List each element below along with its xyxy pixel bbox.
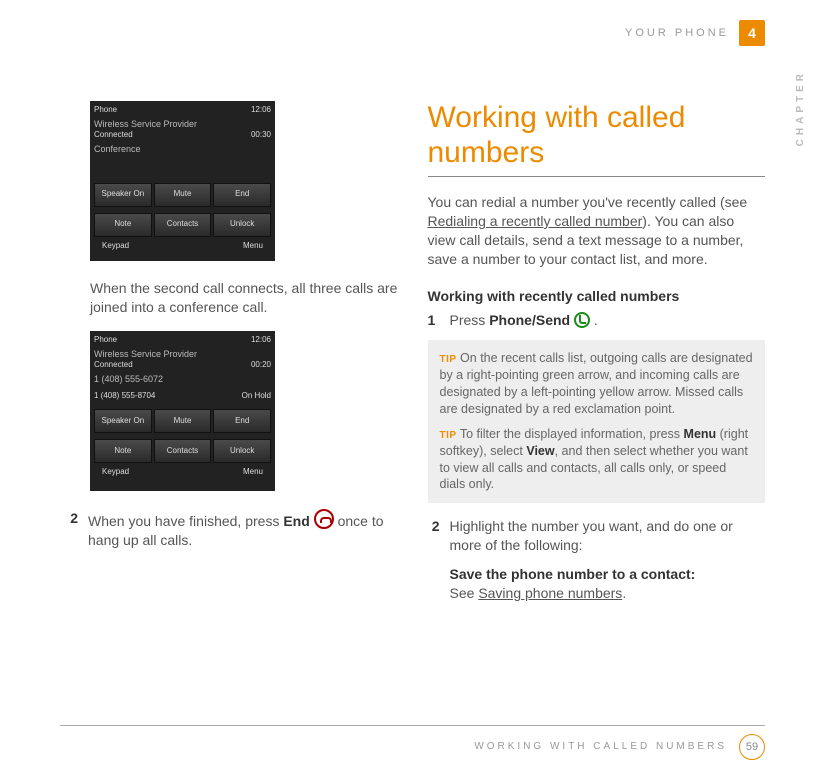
step1-b: . — [590, 312, 598, 328]
shot1-btn-end: End — [213, 183, 271, 207]
tip2-a: To filter the displayed information, pre… — [460, 427, 684, 441]
shot2-line2-left: 1 (408) 555-8704 — [94, 391, 155, 402]
phone-send-icon — [574, 312, 590, 328]
link-redialing[interactable]: Redialing a recently called number — [428, 213, 643, 229]
phone-send-label: Phone/Send — [489, 312, 570, 328]
left-column: Phone 12:06 Wireless Service Provider Co… — [60, 101, 398, 603]
shot2-line2-right: On Hold — [242, 391, 271, 402]
shot1-btn-note: Note — [94, 213, 152, 237]
page-number-badge: 59 — [739, 734, 765, 760]
shot1-btn-contacts: Contacts — [154, 213, 212, 237]
right-step1-number: 1 — [428, 311, 440, 330]
phone-screenshot-conference: Phone 12:06 Wireless Service Provider Co… — [90, 101, 275, 261]
shot2-connected: Connected — [94, 360, 133, 371]
right-column: Working with called numbers You can redi… — [428, 101, 766, 603]
shot1-title: Phone — [94, 105, 117, 116]
save-b: . — [622, 585, 626, 601]
save-contact-heading: Save the phone number to a contact: — [450, 566, 696, 582]
footer-section-title: WORKING WITH CALLED NUMBERS — [474, 740, 727, 754]
shot1-btn-speaker: Speaker On — [94, 183, 152, 207]
save-a: See — [450, 585, 479, 601]
shot1-btn-mute: Mute — [154, 183, 212, 207]
shot2-soft-right: Menu — [243, 467, 263, 478]
shot2-timer: 00:20 — [251, 360, 271, 371]
shot2-line1: 1 (408) 555-6072 — [94, 373, 271, 385]
shot1-provider: Wireless Service Provider — [94, 118, 271, 130]
shot2-btn-note: Note — [94, 439, 152, 463]
view-option-label: View — [526, 444, 554, 458]
step1-a: Press — [450, 312, 490, 328]
right-step2-number: 2 — [428, 517, 440, 555]
shot2-provider: Wireless Service Provider — [94, 348, 271, 360]
shot2-btn-unlock: Unlock — [213, 439, 271, 463]
shot2-title: Phone — [94, 335, 117, 346]
end-key-label: End — [283, 513, 309, 529]
link-saving-numbers[interactable]: Saving phone numbers — [478, 585, 622, 601]
end-icon — [314, 509, 334, 529]
intro-paragraph: You can redial a number you've recently … — [428, 193, 766, 269]
shot2-soft-left: Keypad — [102, 467, 129, 478]
shot1-timer: 00:30 — [251, 130, 271, 141]
shot1-soft-left: Keypad — [102, 241, 129, 252]
footer-rule — [60, 725, 765, 726]
shot1-conference: Conference — [94, 143, 271, 155]
menu-key-label: Menu — [684, 427, 717, 441]
chapter-label-vertical: CHAPTER — [794, 70, 808, 146]
tip2-label: TIP — [440, 430, 457, 441]
phone-screenshot-hold: Phone 12:06 Wireless Service Provider Co… — [90, 331, 275, 491]
chapter-number-badge: 4 — [739, 20, 765, 46]
save-contact-block: Save the phone number to a contact: See … — [450, 565, 766, 603]
shot2-clock: 12:06 — [251, 335, 271, 346]
running-head: YOUR PHONE — [625, 26, 729, 41]
left-step2-text: When you have finished, press End once t… — [88, 509, 398, 550]
left-step2-a: When you have finished, press — [88, 513, 283, 529]
right-step1-text: Press Phone/Send . — [450, 311, 598, 330]
shot2-btn-speaker: Speaker On — [94, 409, 152, 433]
shot2-btn-contacts: Contacts — [154, 439, 212, 463]
section-title: Working with called numbers — [428, 101, 766, 170]
shot2-btn-mute: Mute — [154, 409, 212, 433]
right-step2-text: Highlight the number you want, and do on… — [450, 517, 766, 555]
tip1-text: On the recent calls list, outgoing calls… — [440, 351, 753, 416]
tip1-label: TIP — [440, 354, 457, 365]
shot1-btn-unlock: Unlock — [213, 213, 271, 237]
left-step2-number: 2 — [60, 509, 78, 550]
shot1-soft-right: Menu — [243, 241, 263, 252]
tip-box: TIP On the recent calls list, outgoing c… — [428, 340, 766, 503]
title-rule — [428, 176, 766, 177]
conference-explain: When the second call connects, all three… — [90, 279, 398, 317]
sub-heading: Working with recently called numbers — [428, 287, 766, 306]
shot1-clock: 12:06 — [251, 105, 271, 116]
intro-a: You can redial a number you've recently … — [428, 194, 748, 210]
shot2-btn-end: End — [213, 409, 271, 433]
shot1-connected: Connected — [94, 130, 133, 141]
